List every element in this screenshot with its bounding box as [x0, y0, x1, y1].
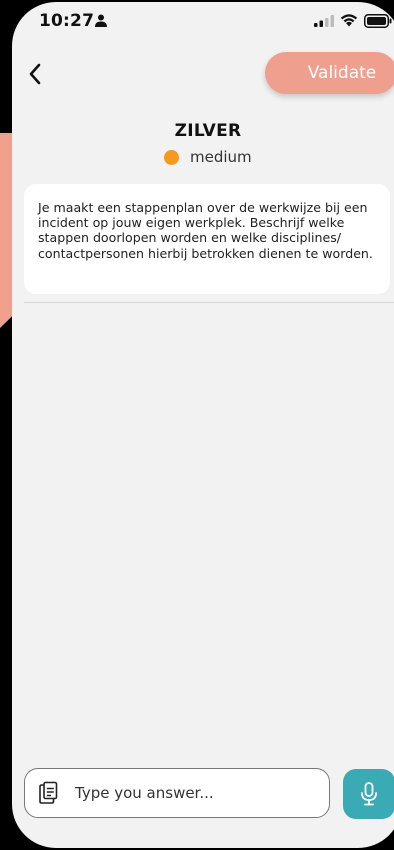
phone-screen: 10:27 Validate ZILVER medium Je maakt ee…	[12, 2, 394, 848]
status-time: 10:27	[39, 11, 95, 31]
validate-label: Validate	[307, 63, 377, 83]
difficulty-dot-icon	[164, 149, 179, 165]
clipboard-icon[interactable]	[37, 781, 59, 805]
status-bar: 10:27	[12, 2, 394, 42]
back-button[interactable]	[20, 59, 50, 89]
level-title: ZILVER	[174, 121, 242, 141]
difficulty-label: medium	[190, 148, 252, 166]
chevron-left-icon	[29, 63, 41, 85]
microphone-icon	[361, 782, 377, 806]
wifi-icon	[340, 14, 358, 27]
divider	[24, 302, 394, 303]
challenge-description: Je maakt een stappenplan over de werkwij…	[38, 200, 373, 261]
mic-button[interactable]	[343, 769, 394, 819]
app-frame: 10:27 Validate ZILVER medium Je maakt ee…	[0, 0, 394, 850]
description-card: Je maakt een stappenplan over de werkwij…	[24, 184, 390, 294]
battery-icon	[364, 14, 392, 28]
person-icon	[95, 14, 107, 27]
validate-button[interactable]: Validate	[265, 52, 394, 94]
signal-bars-icon	[314, 15, 334, 27]
difficulty-indicator: medium	[164, 147, 252, 167]
answer-input[interactable]	[73, 783, 317, 803]
answer-field[interactable]	[24, 768, 330, 818]
